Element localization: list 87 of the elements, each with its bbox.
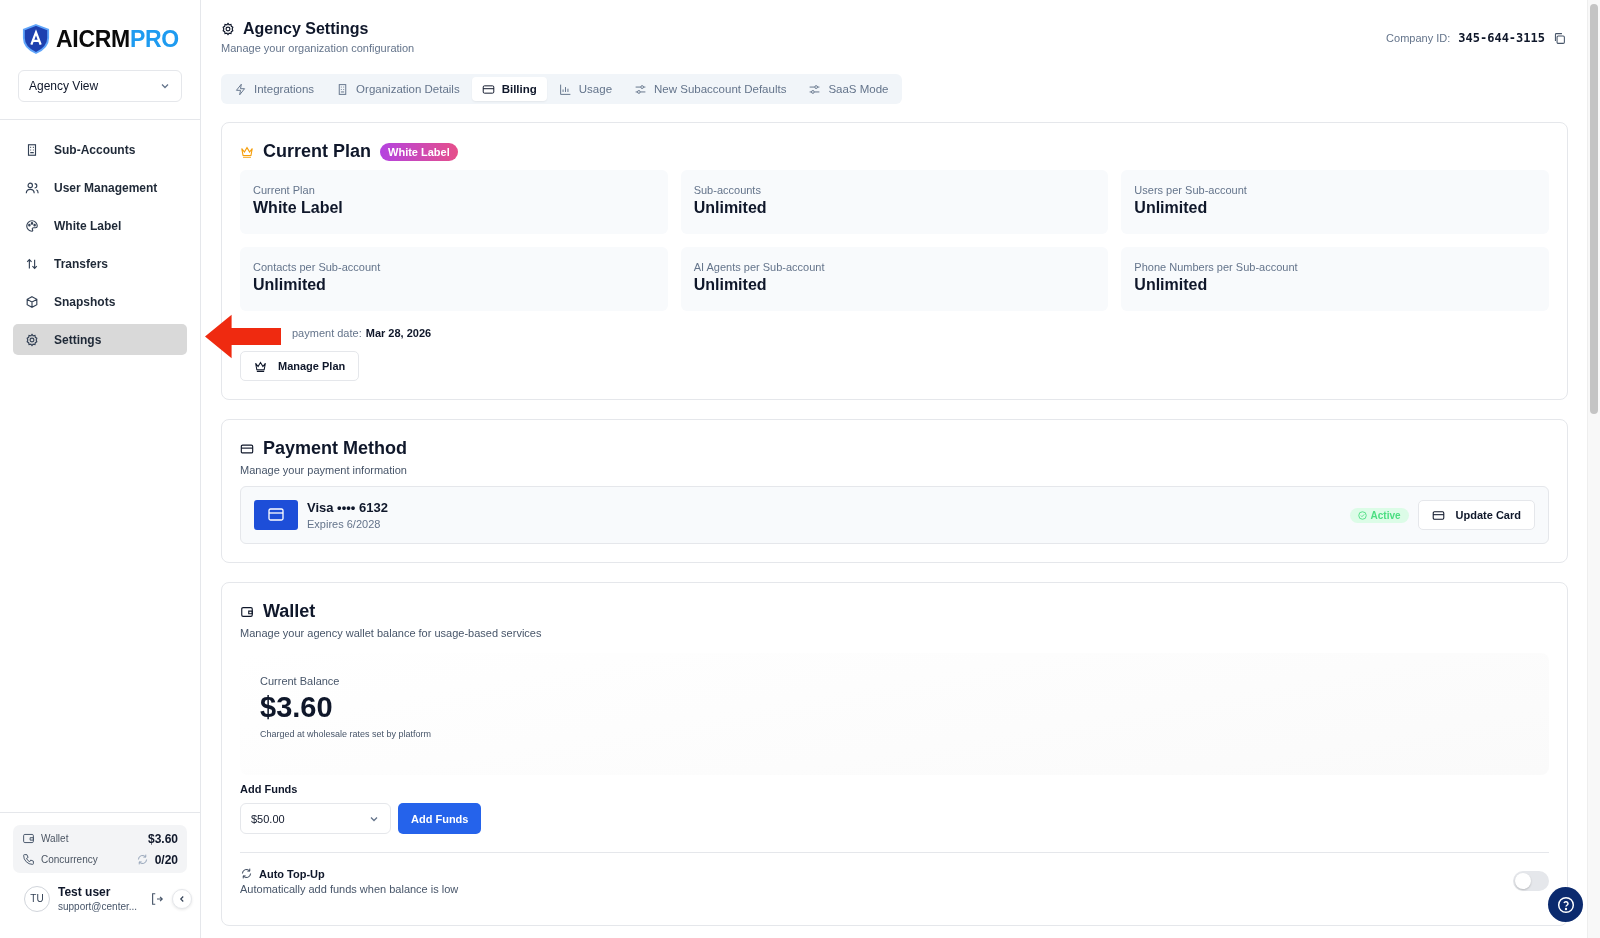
stat-value: Unlimited	[1134, 199, 1209, 217]
crown-icon	[254, 359, 267, 373]
update-card-button[interactable]: Update Card	[1417, 500, 1535, 530]
balance-amount: $3.60	[260, 691, 334, 724]
phone-icon	[22, 853, 35, 866]
building-icon	[25, 142, 39, 157]
tab[interactable]: Usage	[548, 77, 623, 101]
credit-card-icon	[240, 441, 254, 456]
nav-item[interactable]: Settings	[13, 324, 187, 355]
shield-logo-icon	[22, 24, 50, 54]
wallet-label: Wallet	[41, 833, 70, 844]
tab[interactable]: New Subaccount Defaults	[624, 77, 797, 101]
wallet-icon	[22, 832, 35, 845]
section-title: Payment Method	[263, 438, 408, 459]
nav-item[interactable]: Sub-Accounts	[13, 134, 187, 165]
users-icon	[25, 180, 39, 195]
palette-icon	[25, 218, 39, 233]
page-title: Agency Settings	[243, 20, 369, 38]
stat-value: Unlimited	[253, 276, 327, 294]
credit-card-icon	[1431, 508, 1445, 522]
user-name: Test user	[58, 885, 112, 899]
stat-value: Unlimited	[1134, 276, 1209, 294]
wallet-icon	[240, 604, 254, 619]
tab[interactable]: Integrations	[224, 77, 325, 101]
balance-label: Current Balance	[260, 675, 341, 687]
page-subtitle: Manage your organization configuration	[221, 42, 415, 54]
company-id: 345-644-3115	[1458, 31, 1545, 45]
view-dropdown[interactable]: Agency View	[18, 70, 182, 102]
nav-item[interactable]: Snapshots	[13, 286, 187, 317]
next-payment-label: payment date:	[292, 327, 362, 339]
tab[interactable]: SaaS Mode	[798, 77, 899, 101]
balance-note: Charged at wholesale rates set by platform	[260, 729, 433, 739]
section-subtitle: Manage your agency wallet balance for usage-based services	[240, 627, 543, 639]
refresh-icon	[240, 867, 253, 880]
sliders-icon	[634, 82, 648, 96]
auto-topup-toggle[interactable]	[1513, 871, 1549, 891]
card-expiry: Expires 6/2028	[307, 518, 382, 530]
nav-item[interactable]: Transfers	[13, 248, 187, 279]
collapse-button[interactable]	[172, 888, 192, 909]
up-down-arrows-icon	[25, 256, 39, 271]
settings-icon	[25, 332, 39, 347]
section-subtitle: Manage your payment information	[240, 464, 408, 476]
tab[interactable]: Billing	[471, 77, 547, 101]
help-button[interactable]	[1548, 887, 1583, 922]
logout-icon[interactable]	[150, 891, 164, 906]
stat-label: Sub-accounts	[693, 184, 762, 196]
amount-dropdown[interactable]: $50.00	[240, 803, 391, 834]
brand-name: AICRMPRO	[56, 25, 179, 53]
stat-value: Unlimited	[693, 199, 768, 217]
refresh-icon	[135, 853, 149, 866]
box-icon	[25, 294, 39, 309]
tab[interactable]: Organization Details	[326, 77, 470, 101]
add-funds-button[interactable]: Add Funds	[398, 803, 482, 834]
bar-chart-icon	[558, 82, 572, 96]
manage-plan-button[interactable]: Manage Plan	[240, 351, 360, 381]
stat-value: White Label	[253, 199, 344, 217]
nav-item[interactable]: User Management	[13, 172, 187, 203]
wallet-balance: $3.60	[147, 831, 178, 846]
next-payment-date: Mar 28, 2026	[365, 327, 432, 339]
copy-icon[interactable]	[1553, 31, 1566, 45]
concurrency-value: 0/20	[154, 852, 178, 867]
concurrency-label: Concurrency	[41, 854, 99, 865]
scrollbar[interactable]	[1587, 0, 1600, 938]
question-icon	[1556, 895, 1575, 914]
stat-label: AI Agents per Sub-account	[693, 261, 826, 273]
nav-item[interactable]: White Label	[13, 210, 187, 241]
stat-label: Users per Sub-account	[1134, 184, 1248, 196]
crown-icon	[240, 144, 254, 159]
card-name: Visa •••• 6132	[307, 500, 389, 515]
section-title: Wallet	[263, 601, 316, 622]
auto-topup-title: Auto Top-Up	[259, 867, 325, 880]
sliders-icon	[808, 82, 822, 96]
section-title: Current Plan	[263, 141, 372, 162]
stat-value: Unlimited	[693, 276, 768, 294]
plan-badge: White Label	[380, 142, 458, 161]
credit-card-icon	[481, 82, 495, 96]
auto-topup-description: Automatically add funds when balance is low	[240, 883, 459, 895]
status-badge: Active	[1349, 507, 1409, 523]
user-email: support@center...	[58, 901, 139, 912]
add-funds-label: Add Funds	[240, 783, 299, 795]
company-id-label: Company ID:	[1386, 32, 1451, 44]
stat-label: Contacts per Sub-account	[253, 261, 382, 273]
settings-icon	[221, 22, 235, 36]
stat-label: Current Plan	[253, 184, 316, 196]
stat-label: Phone Numbers per Sub-account	[1134, 261, 1299, 273]
lightning-icon	[234, 82, 247, 96]
credit-card-icon	[254, 500, 298, 530]
